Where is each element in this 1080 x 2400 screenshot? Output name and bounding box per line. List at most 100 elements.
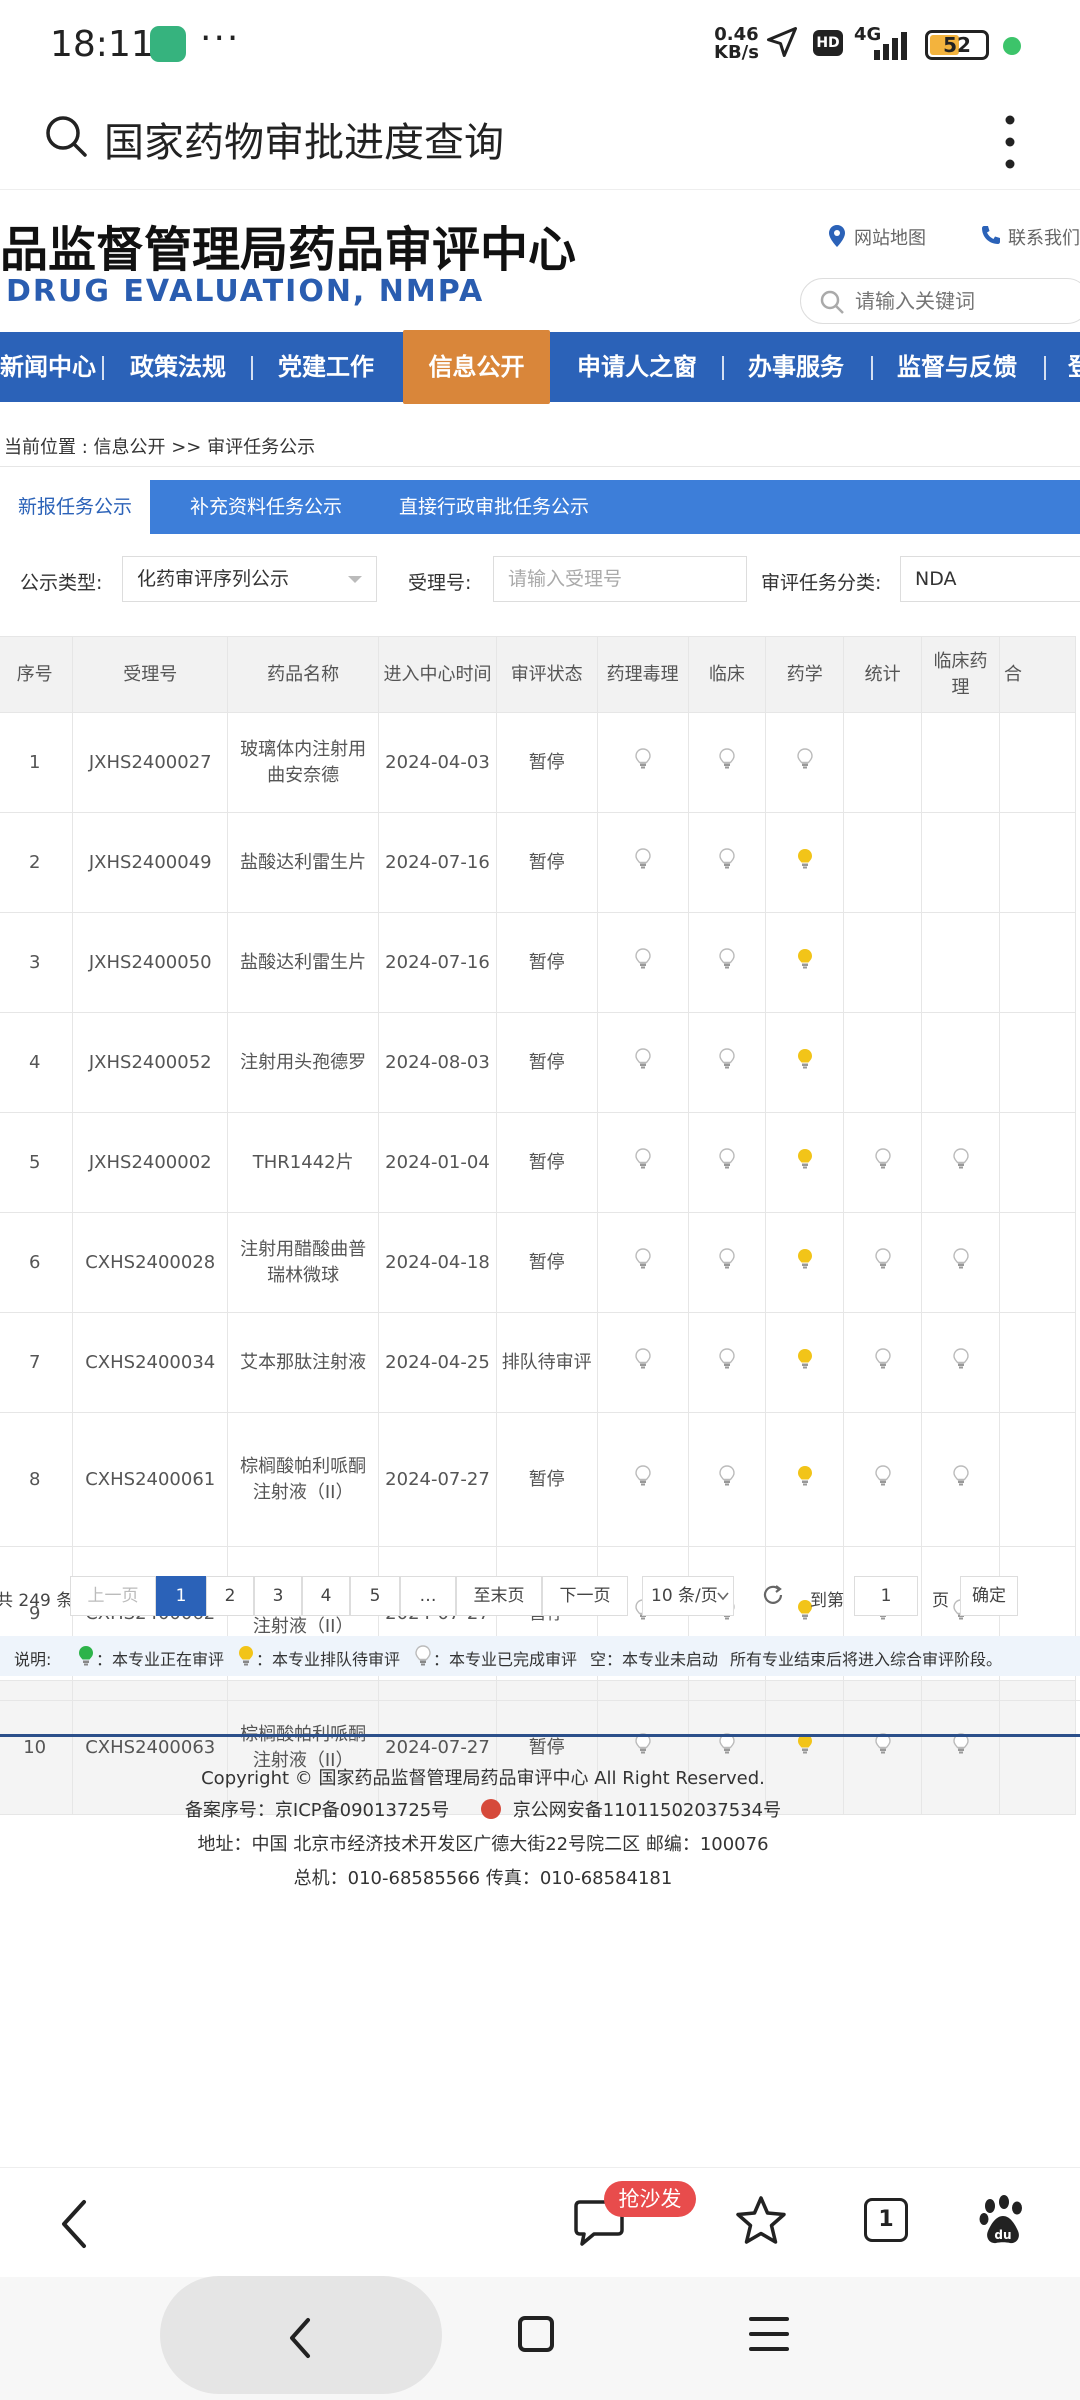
col-header: 合 [998,636,1077,713]
search-query-title[interactable]: 国家药物审批进度查询 [104,110,504,168]
row-progress-cell [687,1312,767,1413]
sitemap-link[interactable]: 网站地图 [854,224,926,250]
table-row[interactable]: 1 JXHS2400027 玻璃体内注射用曲安奈德 2024-04-03 暂停 [0,712,1077,813]
last-page-button[interactable]: 至末页 [456,1576,542,1616]
row-accept-no: JXHS2400027 [72,712,229,813]
row-progress-cell [687,1412,767,1547]
table-row[interactable]: 2 JXHS2400049 盐酸达利雷生片 2024-07-16 暂停 [0,812,1077,913]
nav-policy[interactable]: 政策法规 [130,332,226,402]
table-row[interactable]: 3 JXHS2400050 盐酸达利雷生片 2024-07-16 暂停 [0,912,1077,1013]
site-title: 品监督管理局药品审评中心 [0,222,577,278]
search-header[interactable]: 国家药物审批进度查询 [0,92,1080,190]
nav-party[interactable]: 党建工作 [278,332,374,402]
refresh-icon[interactable] [760,1582,786,1608]
row-number: 6 [0,1212,74,1313]
row-review-status: 暂停 [495,712,598,813]
page-button-2[interactable]: 2 [206,1576,254,1616]
bulb-yellow-icon [238,1645,254,1671]
comment-badge[interactable]: 抢沙发 [604,2181,696,2217]
nav-supervision[interactable]: 监督与反馈 [897,332,1017,402]
table-row[interactable]: 8 CXHS2400061 棕榈酸帕利哌酮注射液（II） 2024-07-27 暂停 [0,1412,1077,1547]
menu-icon[interactable] [748,2314,790,2354]
bulb-yellow-icon [797,1148,813,1170]
row-progress-cell [998,1112,1077,1213]
row-accept-no: JXHS2400002 [72,1112,229,1213]
page-ellipsis[interactable]: … [400,1576,456,1616]
site-search-icon[interactable] [819,289,845,315]
row-drug-name: 棕榈酸帕利哌酮注射液（II） [227,1412,380,1547]
goto-page-input[interactable]: 1 [854,1576,918,1616]
col-header: 药学 [765,636,845,713]
row-review-status: 暂停 [495,812,598,913]
bulb-yellow-icon [797,1465,813,1487]
page-button-4[interactable]: 4 [302,1576,350,1616]
tabs-count-button[interactable]: 1 [864,2198,908,2242]
chevron-down-icon [717,1592,729,1601]
nav-info-public[interactable]: 信息公开 [403,330,550,404]
row-progress-cell [765,812,845,913]
back-gesture-pill[interactable] [160,2276,442,2394]
next-page-button[interactable]: 下一页 [542,1576,628,1616]
table-header-row: 序号 受理号 药品名称 进入中心时间 审评状态 药理毒理 临床 药学 统计 临床… [0,636,1077,713]
legend-queued: ：本专业排队待审评 [256,1650,401,1669]
tab-new-tasks[interactable]: 新报任务公示 [0,480,150,534]
row-number: 1 [0,712,74,813]
bulb-green-icon [78,1645,94,1671]
row-progress-cell [765,1112,845,1213]
page-button-3[interactable]: 3 [254,1576,302,1616]
battery-icon: 52 [925,30,989,60]
confirm-button[interactable]: 确定 [960,1576,1018,1616]
more-vertical-icon[interactable] [1004,112,1016,172]
search-icon[interactable] [44,114,88,158]
bulb-gray-icon [634,1464,651,1487]
row-accept-no: CXHS2400061 [72,1412,229,1547]
bulb-gray-icon [952,1347,969,1370]
row-number: 7 [0,1312,74,1413]
footer-copyright: Copyright © 国家药品监督管理局药品审评中心 All Right Re… [201,1768,765,1789]
footer-icp[interactable]: 备案序号：京ICP备09013725号 [185,1800,449,1821]
tab-direct-approval-tasks[interactable]: 直接行政审批任务公示 [399,480,589,534]
col-header: 审评状态 [495,636,598,713]
table-row[interactable]: 6 CXHS2400028 注射用醋酸曲普瑞林微球 2024-04-18 暂停 [0,1212,1077,1313]
category-select[interactable]: NDA [900,556,1080,602]
site-search-input[interactable] [855,287,1075,315]
row-progress-cell [843,712,923,813]
tab-supplement-tasks[interactable]: 补充资料任务公示 [190,480,342,534]
type-select[interactable]: 化药审评序列公示 [122,556,377,602]
page-button-5[interactable]: 5 [350,1576,400,1616]
row-progress-cell [765,1312,845,1413]
table-row[interactable]: 7 CXHS2400034 艾本那肽注射液 2024-04-25 排队待审评 [0,1312,1077,1413]
contact-link[interactable]: 联系我们 [1008,224,1080,250]
bulb-gray-icon [634,1047,651,1070]
per-page-select[interactable]: 10 条/页 [642,1576,734,1616]
table-row[interactable]: 4 JXHS2400052 注射用头孢德罗 2024-08-03 暂停 [0,1012,1077,1113]
back-icon[interactable] [56,2198,92,2250]
row-progress-cell [843,1412,923,1547]
page-button-1[interactable]: 1 [156,1576,206,1616]
system-back-icon[interactable] [284,2316,316,2360]
footer-police[interactable]: 京公网安备11011502037534号 [513,1800,781,1821]
footer-address: 地址：中国 北京市经济技术开发区广德大街22号院二区 邮编：100076 [197,1834,769,1855]
nav-news[interactable]: 新闻中心 [0,332,96,402]
row-accept-no: CXHS2400034 [72,1312,229,1413]
status-bar: 18:11 ··· 0.46 KB/s HD 4G 52 [0,0,1080,92]
nav-services[interactable]: 办事服务 [748,332,844,402]
table-row[interactable]: 5 JXHS2400002 THR1442片 2024-01-04 暂停 [0,1112,1077,1213]
accept-no-input[interactable]: 请输入受理号 [493,556,747,602]
nav-separator [871,356,873,380]
row-progress-cell [843,1012,923,1113]
home-square-icon[interactable] [518,2316,554,2352]
row-progress-cell [687,812,767,913]
col-header: 药理毒理 [596,636,689,713]
row-review-status: 暂停 [495,1412,598,1547]
baidu-paw-icon[interactable]: du [978,2194,1028,2246]
bulb-yellow-icon [797,948,813,970]
nav-applicant[interactable]: 申请人之窗 [577,332,697,402]
star-icon[interactable] [734,2194,788,2248]
nav-login[interactable]: 登 [1068,332,1080,402]
legend-note: 所有专业结束后将进入综合审评阶段。 [730,1650,1003,1669]
row-progress-cell [998,1012,1077,1113]
site-search-box[interactable] [800,278,1080,324]
prev-page-button[interactable]: 上一页 [70,1576,156,1616]
bulb-gray-icon [719,1247,735,1270]
